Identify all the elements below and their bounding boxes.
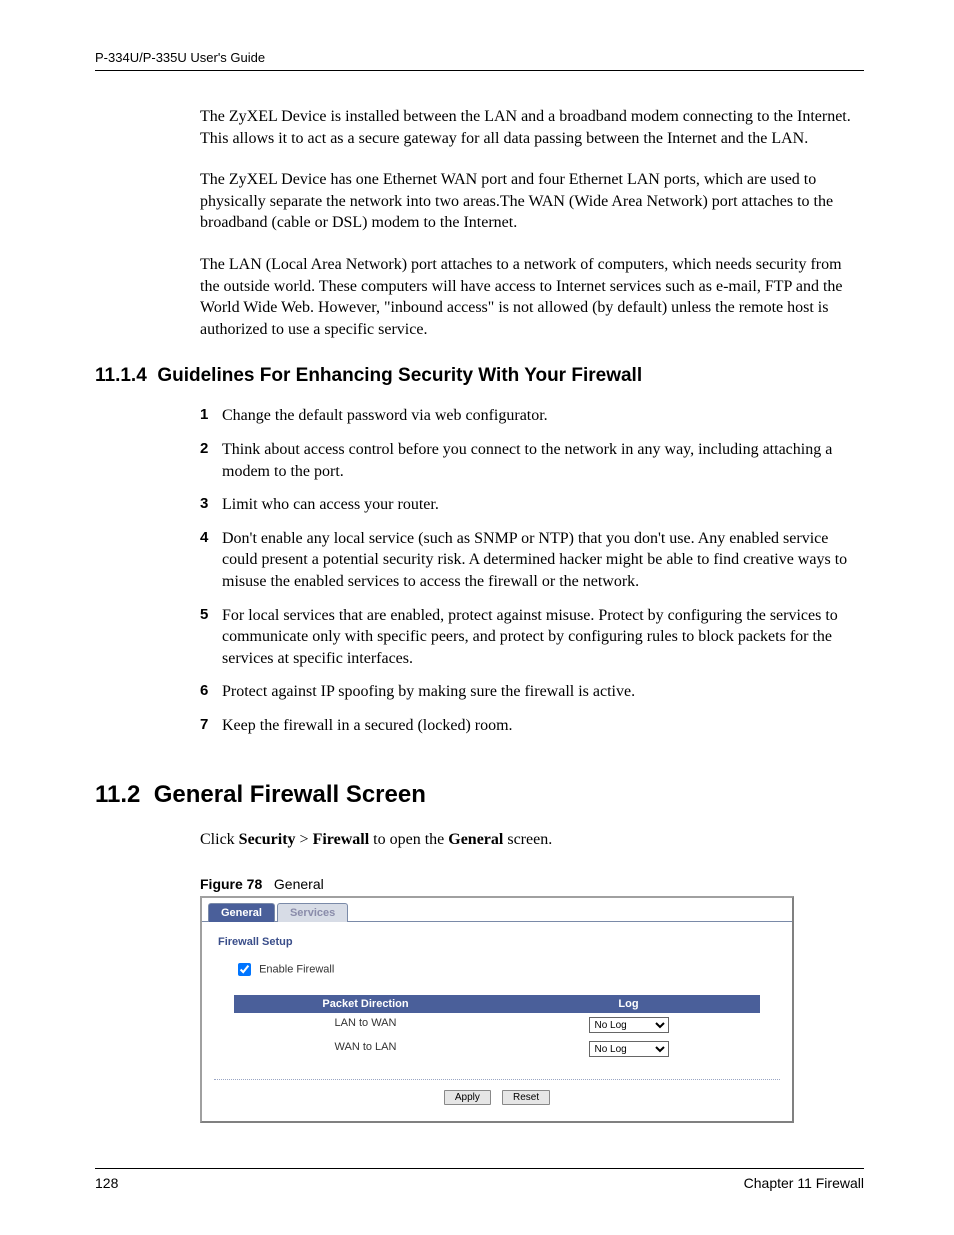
firewall-general-screenshot: General Services Firewall Setup Enable F… — [200, 896, 794, 1123]
apply-button[interactable]: Apply — [444, 1090, 491, 1105]
list-item: 3 Limit who can access your router. — [200, 494, 864, 516]
item-text: For local services that are enabled, pro… — [222, 607, 838, 667]
list-item: 5 For local services that are enabled, pr… — [200, 605, 864, 670]
page-footer: 128 Chapter 11 Firewall — [95, 1168, 864, 1191]
enable-firewall-checkbox[interactable] — [238, 963, 251, 976]
item-number: 5 — [200, 605, 208, 625]
item-number: 6 — [200, 681, 208, 701]
paragraph: The LAN (Local Area Network) port attach… — [200, 254, 864, 340]
section-intro: Click Security > Firewall to open the Ge… — [200, 829, 864, 851]
guidelines-list: 1 Change the default password via web con… — [200, 405, 864, 736]
panel-title: Firewall Setup — [218, 936, 780, 948]
figure-title: General — [274, 876, 324, 892]
section-title: Guidelines For Enhancing Security With Y… — [157, 365, 642, 386]
section-title: General Firewall Screen — [154, 781, 426, 808]
cell-log: No Log — [497, 1037, 760, 1061]
list-item: 4 Don't enable any local service (such as… — [200, 528, 864, 593]
enable-firewall-row: Enable Firewall — [234, 960, 780, 979]
item-number: 4 — [200, 528, 208, 548]
list-item: 1 Change the default password via web con… — [200, 405, 864, 427]
item-text: Don't enable any local service (such as … — [222, 530, 847, 590]
item-text: Protect against IP spoofing by making su… — [222, 683, 635, 700]
paragraph: The ZyXEL Device is installed between th… — [200, 106, 864, 149]
item-text: Change the default password via web conf… — [222, 407, 548, 424]
packet-log-table: Packet Direction Log LAN to WAN No Log W… — [234, 995, 760, 1061]
chapter-label: Chapter 11 Firewall — [744, 1175, 864, 1191]
page-header: P-334U/P-335U User's Guide — [95, 50, 864, 71]
list-item: 6 Protect against IP spoofing by making s… — [200, 681, 864, 703]
reset-button[interactable]: Reset — [502, 1090, 550, 1105]
guide-title: P-334U/P-335U User's Guide — [95, 50, 265, 65]
item-number: 1 — [200, 405, 208, 425]
table-header: Packet Direction Log — [234, 995, 760, 1013]
table-row: WAN to LAN No Log — [234, 1037, 760, 1061]
cell-log: No Log — [497, 1013, 760, 1037]
firewall-panel: Firewall Setup Enable Firewall Packet Di… — [202, 921, 792, 1121]
page-number: 128 — [95, 1175, 118, 1191]
table-row: LAN to WAN No Log — [234, 1013, 760, 1037]
enable-firewall-label: Enable Firewall — [259, 964, 334, 976]
tab-bar: General Services — [202, 898, 792, 921]
col-log: Log — [497, 995, 760, 1013]
list-item: 7 Keep the firewall in a secured (locked)… — [200, 715, 864, 737]
figure-caption: Figure 78 General — [200, 876, 864, 892]
button-row: Apply Reset — [214, 1079, 780, 1105]
section-number: 11.1.4 — [95, 365, 147, 386]
item-text: Keep the firewall in a secured (locked) … — [222, 717, 513, 734]
col-packet-direction: Packet Direction — [234, 995, 497, 1013]
paragraph: The ZyXEL Device has one Ethernet WAN po… — [200, 169, 864, 234]
list-item: 2 Think about access control before you c… — [200, 439, 864, 482]
section-number: 11.2 — [95, 781, 140, 808]
tab-services[interactable]: Services — [277, 903, 348, 922]
tab-general[interactable]: General — [208, 903, 275, 922]
log-select-wan-to-lan[interactable]: No Log — [589, 1041, 669, 1057]
item-number: 3 — [200, 494, 208, 514]
section-heading-11-1-4: 11.1.4 Guidelines For Enhancing Security… — [95, 365, 864, 387]
cell-direction: WAN to LAN — [234, 1037, 497, 1061]
item-text: Think about access control before you co… — [222, 441, 832, 480]
section-heading-11-2: 11.2 General Firewall Screen — [95, 781, 864, 809]
cell-direction: LAN to WAN — [234, 1013, 497, 1037]
item-text: Limit who can access your router. — [222, 496, 439, 513]
figure-label: Figure 78 — [200, 876, 262, 892]
item-number: 7 — [200, 715, 208, 735]
item-number: 2 — [200, 439, 208, 459]
log-select-lan-to-wan[interactable]: No Log — [589, 1017, 669, 1033]
